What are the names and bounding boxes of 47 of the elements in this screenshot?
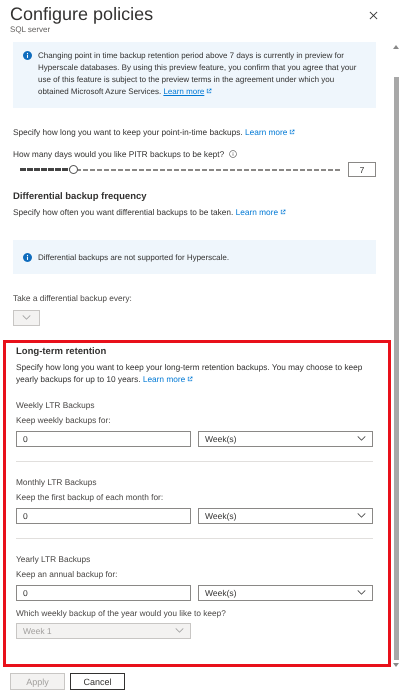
info-icon (23, 51, 32, 60)
section-heading: Long-term retention (16, 346, 106, 357)
chevron-down-icon (175, 628, 184, 634)
scroll-up-icon[interactable] (393, 45, 399, 49)
ltr-description: Specify how long you want to keep your long-term retention backups. You may choose to keep yearly backups for up to 10 years. Learn more (16, 360, 364, 385)
group-title: Yearly LTR Backups (16, 552, 92, 565)
info-icon (229, 150, 238, 158)
field-label: Take a differential backup every: (13, 292, 132, 304)
close-icon[interactable] (369, 11, 378, 20)
learn-more-link[interactable]: Learn more (236, 207, 286, 217)
section-heading: Differential backup frequency (13, 191, 147, 202)
scrollbar-thumb[interactable] (394, 77, 398, 660)
days-field[interactable]: 7 (348, 162, 376, 177)
field-label: Keep weekly backups for: (16, 414, 112, 426)
pitr-question: How many days would you like PITR backups to be kept? (13, 148, 224, 160)
scroll-down-icon[interactable] (393, 663, 399, 667)
external-link-icon (187, 376, 194, 382)
panel-subtitle: SQL server (10, 25, 52, 34)
duration-field[interactable]: 0 (16, 584, 191, 601)
group-title: Monthly LTR Backups (16, 476, 98, 488)
chevron-down-icon (22, 315, 31, 320)
learn-more-link[interactable]: Learn more (142, 374, 194, 384)
unit-dropdown[interactable]: Week(s) (198, 508, 373, 524)
duration-field[interactable]: 0 (16, 430, 191, 447)
field-label: Keep an annual backup for: (16, 568, 118, 580)
chevron-down-icon (357, 590, 366, 596)
external-link-icon (289, 129, 296, 135)
pitr-description: Specify how long you want to keep your point-in-time backups. Learn more (13, 126, 296, 138)
info-icon (23, 253, 32, 262)
chevron-down-icon (357, 513, 366, 518)
field-label: Which weekly backup of the year would you like to keep? (16, 606, 226, 619)
learn-more-link[interactable]: Learn more (163, 87, 212, 96)
field-label: Keep the first backup of each month for: (16, 490, 164, 503)
panel-title: Configure policies (10, 3, 154, 25)
chevron-down-icon (357, 436, 366, 442)
unit-dropdown[interactable]: Week(s) (198, 430, 373, 447)
unit-dropdown[interactable]: Week(s) (198, 584, 373, 601)
duration-field[interactable]: 0 (16, 508, 191, 524)
external-link-icon (280, 209, 286, 215)
group-title: Weekly LTR Backups (16, 398, 96, 411)
retention-slider[interactable] (20, 164, 340, 174)
external-link-icon (206, 88, 212, 94)
learn-more-link[interactable]: Learn more (244, 127, 296, 137)
differential-notice-text: Differential backups are not supported for Hyperscale. (38, 252, 230, 262)
differential-description: Specify how often you want differential backups to be taken. Learn more (13, 206, 286, 218)
preview-notice-text: Changing point in time backup retention period above 7 days is currently in preview for Hyperscale databases. By using this preview feature, you confirm that you agree that your use of this feature is subject to the preview terms in the agreement under which you obtained Microsoft Azure Services. Learn more (38, 50, 358, 98)
action-button[interactable]: Cancel (70, 673, 125, 690)
